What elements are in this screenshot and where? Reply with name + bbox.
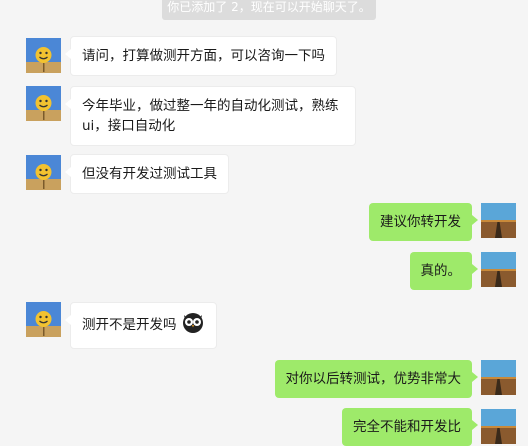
- message-text: 今年毕业，做过整一年的自动化测试，熟练ui，接口自动化: [82, 98, 339, 134]
- message-bubble-incoming[interactable]: 但没有开发过测试工具: [65, 154, 229, 194]
- contact-avatar[interactable]: [26, 155, 61, 190]
- message-text: 对你以后转测试，优势非常大: [285, 371, 462, 387]
- my-avatar[interactable]: [481, 252, 516, 287]
- message-text: 请问，打算做测开方面，可以咨询一下吗: [82, 48, 325, 64]
- chat-window: 你已添加了 2，现在可以开始聊天了。 请问，打算做测开方面，可以咨询一下吗 今年…: [0, 0, 528, 446]
- message-bubble-outgoing[interactable]: 建议你转开发: [369, 203, 478, 241]
- message-bubble-outgoing[interactable]: 对你以后转测试，优势非常大: [274, 360, 478, 398]
- message-bubble-outgoing[interactable]: 真的。: [409, 252, 478, 290]
- message-text: 测开不是开发吗: [82, 317, 177, 333]
- my-avatar[interactable]: [481, 360, 516, 395]
- message-bubble-outgoing[interactable]: 完全不能和开发比: [342, 408, 478, 446]
- contact-avatar[interactable]: [26, 38, 61, 73]
- owl-emoji-icon: [181, 310, 205, 340]
- message-text: 但没有开发过测试工具: [82, 166, 217, 182]
- message-text: 完全不能和开发比: [353, 419, 461, 435]
- message-bubble-incoming[interactable]: 测开不是开发吗: [65, 302, 217, 349]
- my-avatar[interactable]: [481, 409, 516, 444]
- my-avatar[interactable]: [481, 203, 516, 238]
- contact-avatar[interactable]: [26, 302, 61, 337]
- message-text: 建议你转开发: [380, 214, 461, 230]
- message-text: 真的。: [420, 263, 462, 279]
- message-bubble-incoming[interactable]: 请问，打算做测开方面，可以咨询一下吗: [65, 36, 337, 76]
- system-notice: 你已添加了 2，现在可以开始聊天了。: [162, 0, 376, 20]
- contact-avatar[interactable]: [26, 86, 61, 121]
- message-bubble-incoming[interactable]: 今年毕业，做过整一年的自动化测试，熟练ui，接口自动化: [65, 86, 356, 146]
